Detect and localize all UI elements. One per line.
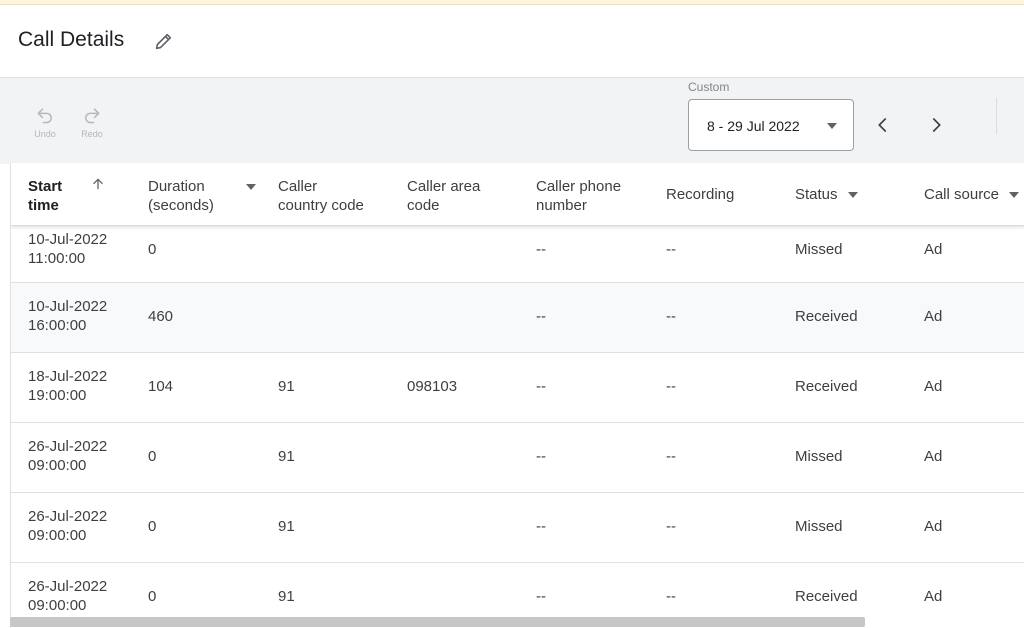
country-code-cell: 91 — [278, 378, 295, 395]
column-header-start-time[interactable]: Start time — [28, 177, 62, 215]
column-header-call-source[interactable]: Call source — [924, 185, 999, 204]
duration-cell: 460 — [148, 308, 174, 325]
date-range-select[interactable]: 8 - 29 Jul 2022 — [688, 99, 854, 151]
recording-cell: -- — [666, 378, 676, 395]
recording-cell: -- — [666, 308, 676, 325]
toolbar-divider — [996, 98, 997, 134]
phone-number-cell: -- — [536, 518, 546, 535]
page-title: Call Details — [18, 28, 125, 51]
table-row[interactable]: 18-Jul-2022 19:00:00 104 91 098103 -- -- … — [11, 353, 1024, 423]
undo-button[interactable]: Undo — [27, 105, 63, 139]
table-body: 10-Jul-2022 11:00:00 0 -- -- Missed Ad 10… — [11, 226, 1024, 628]
status-cell: Received — [795, 588, 858, 605]
table-row[interactable]: 26-Jul-2022 09:00:00 0 91 -- -- Missed Ad — [11, 423, 1024, 493]
duration-cell: 0 — [148, 518, 157, 535]
call-source-cell: Ad — [924, 448, 943, 465]
edit-title-button[interactable] — [150, 27, 178, 55]
call-source-cell: Ad — [924, 378, 943, 395]
status-cell: Missed — [795, 241, 843, 258]
previous-range-button[interactable] — [870, 112, 896, 138]
chevron-down-icon — [827, 123, 837, 129]
duration-cell: 0 — [148, 241, 157, 258]
phone-number-cell: -- — [536, 308, 546, 325]
duration-cell: 0 — [148, 588, 157, 605]
date-range-label: Custom — [688, 80, 730, 94]
start-time-cell: 18-Jul-2022 19:00:00 — [28, 368, 108, 404]
call-source-cell: Ad — [924, 308, 943, 325]
undo-label: Undo — [34, 129, 56, 139]
column-header-duration[interactable]: Duration (seconds) — [148, 177, 214, 215]
phone-number-cell: -- — [536, 588, 546, 605]
country-code-cell: 91 — [278, 518, 295, 535]
area-code-cell: 098103 — [407, 378, 458, 395]
call-source-cell: Ad — [924, 241, 943, 258]
call-source-cell: Ad — [924, 588, 943, 605]
status-cell: Received — [795, 378, 858, 395]
recording-cell: -- — [666, 241, 676, 258]
next-range-button[interactable] — [923, 112, 949, 138]
table-row[interactable]: 10-Jul-2022 11:00:00 0 -- -- Missed Ad — [11, 226, 1024, 283]
undo-icon — [37, 108, 52, 124]
sort-caret-icon[interactable] — [246, 184, 256, 190]
sort-caret-icon[interactable] — [1009, 192, 1019, 198]
phone-number-cell: -- — [536, 378, 546, 395]
table-row[interactable]: 26-Jul-2022 09:00:00 0 91 -- -- Missed Ad — [11, 493, 1024, 563]
date-range-value: 8 - 29 Jul 2022 — [707, 118, 800, 134]
call-source-cell: Ad — [924, 518, 943, 535]
start-time-cell: 10-Jul-2022 11:00:00 — [28, 231, 108, 267]
redo-label: Redo — [81, 129, 103, 139]
call-details-table: Start time Duration (seconds) Caller countr… — [10, 163, 1024, 628]
phone-number-cell: -- — [536, 448, 546, 465]
status-cell: Received — [795, 308, 858, 325]
recording-cell: -- — [666, 518, 676, 535]
column-header-recording[interactable]: Recording — [666, 185, 734, 204]
redo-button[interactable]: Redo — [74, 105, 110, 139]
start-time-cell: 10-Jul-2022 16:00:00 — [28, 298, 108, 334]
recording-cell: -- — [666, 448, 676, 465]
status-cell: Missed — [795, 448, 843, 465]
column-header-caller-area-code[interactable]: Caller area code — [407, 177, 480, 215]
start-time-cell: 26-Jul-2022 09:00:00 — [28, 508, 108, 544]
arrow-up-icon[interactable] — [91, 177, 105, 191]
duration-cell: 104 — [148, 378, 174, 395]
country-code-cell: 91 — [278, 448, 295, 465]
notification-strip — [0, 0, 1024, 5]
pencil-icon — [155, 33, 172, 50]
chevron-left-icon — [878, 118, 887, 132]
column-header-caller-phone-number[interactable]: Caller phone number — [536, 177, 621, 215]
column-header-status[interactable]: Status — [795, 185, 838, 204]
table-header: Start time Duration (seconds) Caller countr… — [11, 163, 1024, 226]
duration-cell: 0 — [148, 448, 157, 465]
redo-icon — [85, 108, 100, 124]
start-time-cell: 26-Jul-2022 09:00:00 — [28, 578, 108, 614]
table-row[interactable]: 10-Jul-2022 16:00:00 460 -- -- Received A… — [11, 283, 1024, 353]
phone-number-cell: -- — [536, 241, 546, 258]
status-cell: Missed — [795, 518, 843, 535]
recording-cell: -- — [666, 588, 676, 605]
column-header-caller-country-code[interactable]: Caller country code — [278, 177, 364, 215]
start-time-cell: 26-Jul-2022 09:00:00 — [28, 438, 108, 474]
chevron-right-icon — [932, 118, 941, 132]
horizontal-scrollbar[interactable] — [10, 617, 865, 627]
sort-caret-icon[interactable] — [848, 192, 858, 198]
country-code-cell: 91 — [278, 588, 295, 605]
